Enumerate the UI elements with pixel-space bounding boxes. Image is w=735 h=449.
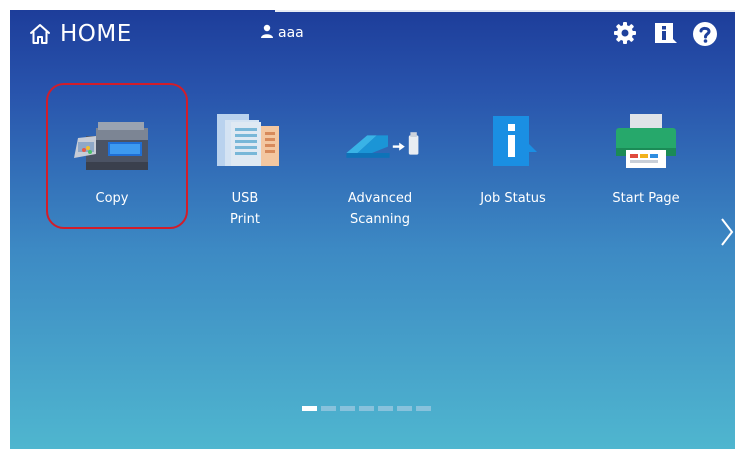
username-label: aaa <box>278 25 304 41</box>
info-icon[interactable] <box>653 21 677 51</box>
tile-usb-print-label: USB Print <box>230 191 260 227</box>
page-dot-5[interactable] <box>378 406 393 411</box>
help-icon[interactable] <box>692 21 718 51</box>
usb-print-icon <box>205 110 285 172</box>
page-dot-3[interactable] <box>340 406 355 411</box>
page-dot-4[interactable] <box>359 406 374 411</box>
page-dot-1[interactable] <box>302 406 317 411</box>
page-dot-7[interactable] <box>416 406 431 411</box>
home-screen: HOME aaa Copy USB Print Advanced Scannin… <box>10 10 735 449</box>
tile-advanced-scanning-label: Advanced Scanning <box>347 191 413 227</box>
advanced-scanning-icon <box>340 110 420 172</box>
tile-usb-print[interactable]: USB Print <box>185 110 305 250</box>
page-title: HOME <box>60 21 132 47</box>
start-page-icon <box>606 110 686 172</box>
chevron-right-icon[interactable] <box>720 217 734 251</box>
user-icon <box>260 24 274 42</box>
tile-job-status[interactable]: Job Status <box>453 110 573 250</box>
page-dot-6[interactable] <box>397 406 412 411</box>
tile-advanced-scanning[interactable]: Advanced Scanning <box>320 110 440 250</box>
tile-start-page[interactable]: Start Page <box>586 110 706 250</box>
home-icon <box>28 22 52 46</box>
copy-highlight-ring <box>46 83 188 229</box>
tile-job-status-label: Job Status <box>480 191 546 206</box>
user-indicator: aaa <box>260 24 304 42</box>
home-button[interactable]: HOME <box>28 20 132 48</box>
header-bar: HOME aaa <box>10 10 735 58</box>
gear-icon[interactable] <box>613 21 637 49</box>
tile-start-page-label: Start Page <box>612 191 680 206</box>
page-indicator <box>302 406 431 411</box>
page-dot-2[interactable] <box>321 406 336 411</box>
job-status-icon <box>473 110 553 172</box>
